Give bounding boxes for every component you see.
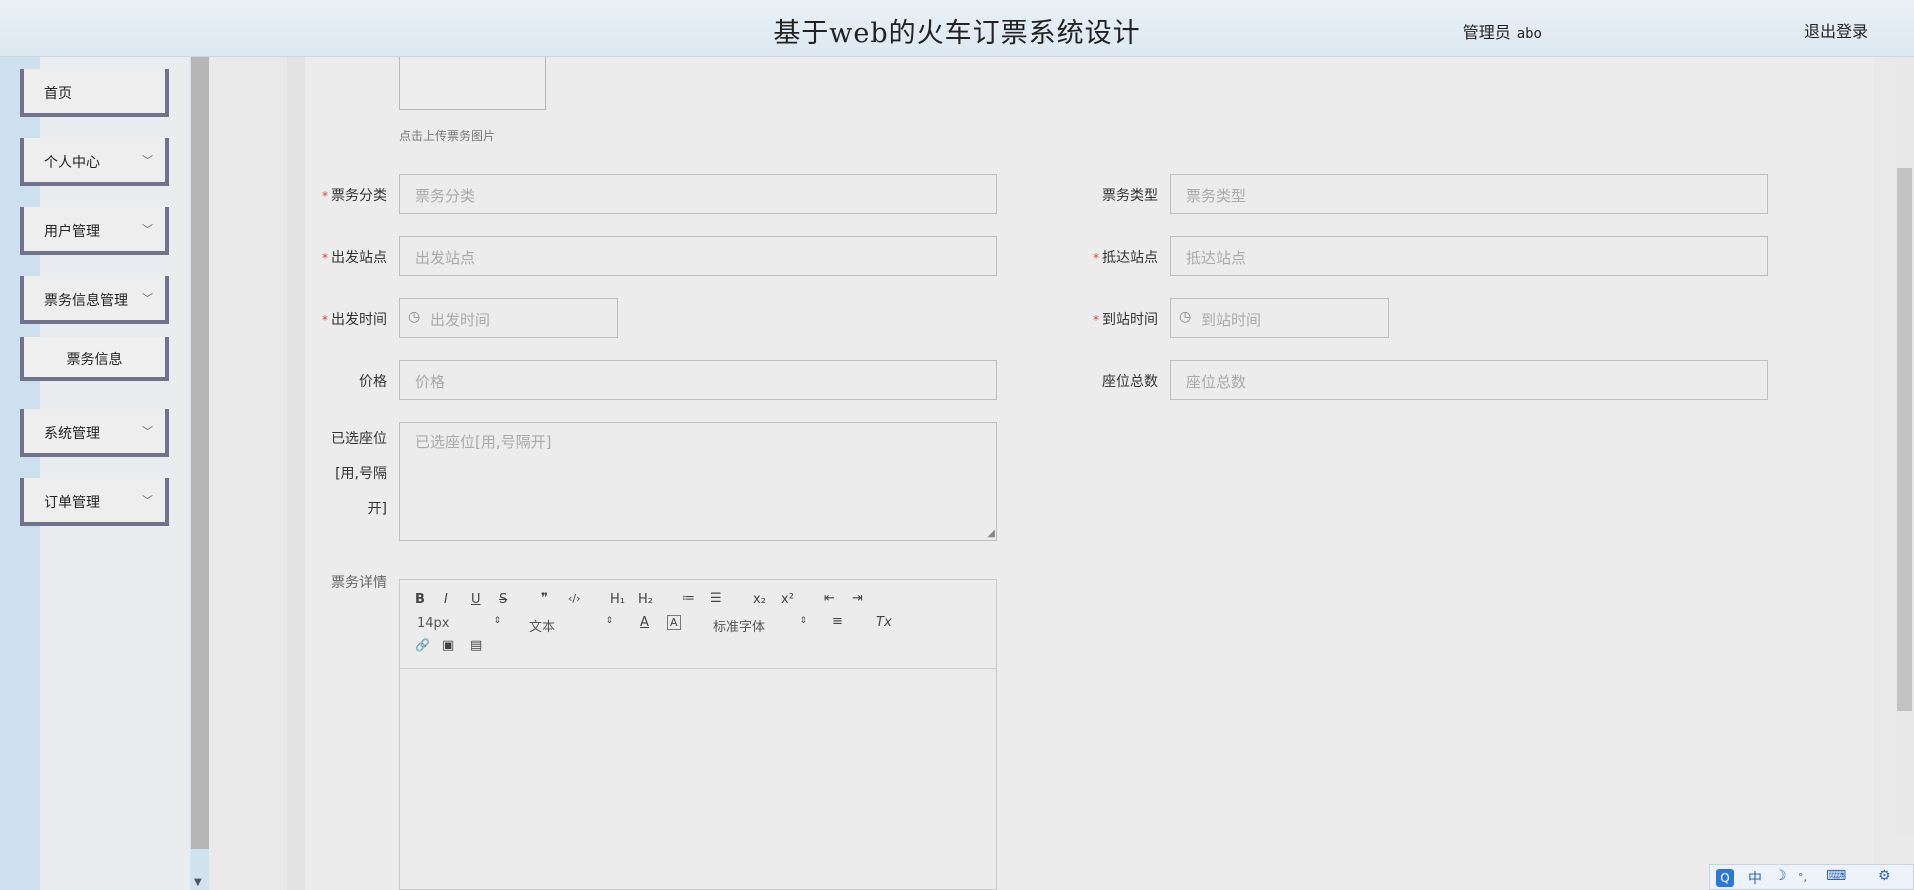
bold-button[interactable]: B bbox=[415, 592, 425, 607]
clock-icon: ◷ bbox=[1179, 309, 1192, 325]
departure-station-input[interactable]: 出发站点 bbox=[399, 236, 997, 276]
sidebar-item-home[interactable]: 首页 bbox=[20, 69, 169, 117]
heading2-button[interactable]: H₂ bbox=[638, 592, 653, 607]
sidebar-item-label: 订单管理 bbox=[44, 495, 100, 511]
font-color-icon[interactable]: A bbox=[640, 615, 649, 630]
link-icon[interactable]: 🔗 bbox=[415, 638, 430, 652]
ticket-details-label: 票务详情 bbox=[331, 575, 387, 591]
arrival-time-picker[interactable]: ◷ 到站时间 bbox=[1170, 298, 1389, 338]
chevron-down-icon: ﹀ bbox=[142, 425, 153, 438]
upload-tip: 点击上传票务图片 bbox=[399, 129, 496, 143]
departure-time-picker[interactable]: ◷ 出发时间 bbox=[399, 298, 618, 338]
strike-button[interactable]: S bbox=[499, 592, 507, 607]
arrival-time-label: * 到站时间 bbox=[1093, 312, 1158, 328]
ordered-list-icon[interactable]: ≔ bbox=[682, 591, 695, 606]
bullet-list-icon[interactable]: ☰ bbox=[710, 591, 722, 606]
arrival-station-input[interactable]: 抵达站点 bbox=[1170, 236, 1768, 276]
outdent-icon[interactable]: ⇤ bbox=[824, 591, 835, 606]
departure-time-placeholder: 出发时间 bbox=[430, 311, 491, 329]
ticket-category-label: * 票务分类 bbox=[322, 188, 387, 204]
departure-time-label: * 出发时间 bbox=[322, 312, 387, 328]
departure-station-label: * 出发站点 bbox=[322, 250, 387, 266]
editor-toolbar: B I U S ❞ ‹/› H₁ H₂ ≔ ☰ x₂ x² ⇤ ⇥ 14px ⇕ … bbox=[400, 580, 996, 669]
sidebar-item-ticket-management[interactable]: 票务信息管理 ﹀ bbox=[20, 276, 169, 324]
ime-toolbar: Q 中 ☽ °, ⌨ ⚙ bbox=[1709, 864, 1914, 890]
sidebar-item-personal-center[interactable]: 个人中心 ﹀ bbox=[20, 138, 169, 186]
italic-button[interactable]: I bbox=[444, 592, 448, 607]
sidebar-item-user-management[interactable]: 用户管理 ﹀ bbox=[20, 207, 169, 255]
sidebar-item-label: 票务信息管理 bbox=[44, 293, 128, 309]
clear-format-icon[interactable]: Tx bbox=[876, 615, 892, 630]
chevron-down-icon: ﹀ bbox=[142, 494, 153, 507]
chevron-down-icon: ﹀ bbox=[142, 223, 153, 236]
chevron-down-icon: ﹀ bbox=[142, 154, 153, 167]
user-info: 管理员 abo bbox=[1463, 19, 1542, 43]
moon-icon[interactable]: ☽ bbox=[1774, 868, 1787, 884]
background-color-icon[interactable]: A bbox=[667, 615, 681, 630]
page-title: 基于web的火车订票系统设计 bbox=[773, 18, 1141, 49]
scroll-down-arrow-icon[interactable]: ▼ bbox=[194, 877, 202, 888]
sidebar-item-label: 系统管理 bbox=[44, 426, 100, 442]
selected-seats-textarea[interactable]: 已选座位[用,号隔开] ◢ bbox=[399, 422, 997, 541]
arrival-time-placeholder: 到站时间 bbox=[1201, 311, 1262, 329]
heading1-button[interactable]: H₁ bbox=[610, 592, 625, 607]
video-icon[interactable]: ▤ bbox=[470, 638, 482, 653]
superscript-button[interactable]: x² bbox=[781, 592, 794, 607]
keyboard-icon[interactable]: ⌨ bbox=[1826, 868, 1846, 884]
resize-handle-icon[interactable]: ◢ bbox=[987, 528, 995, 539]
sidebar-item-label: 用户管理 bbox=[44, 224, 100, 240]
image-icon[interactable]: ▣ bbox=[442, 638, 454, 653]
ticket-category-input[interactable]: 票务分类 bbox=[399, 174, 997, 214]
blockquote-icon[interactable]: ❞ bbox=[541, 591, 548, 606]
code-block-icon[interactable]: ‹/› bbox=[568, 592, 581, 605]
editor-content-area[interactable] bbox=[400, 670, 996, 889]
font-family-select[interactable]: 标准字体 ⇕ bbox=[713, 616, 807, 635]
sidebar-item-system-management[interactable]: 系统管理 ﹀ bbox=[20, 409, 169, 457]
user-role: 管理员 bbox=[1462, 23, 1511, 42]
chevron-down-icon: ﹀ bbox=[142, 292, 153, 305]
ime-logo-icon[interactable]: Q bbox=[1716, 869, 1734, 887]
selected-seats-placeholder: 已选座位[用,号隔开] bbox=[415, 433, 552, 451]
select-arrows-icon: ⇕ bbox=[605, 616, 613, 626]
ime-chinese-mode[interactable]: 中 bbox=[1748, 868, 1762, 888]
sidebar-item-label: 首页 bbox=[44, 86, 72, 102]
settings-tool-icon[interactable]: ⚙ bbox=[1878, 868, 1891, 884]
font-size-select[interactable]: 14px ⇕ bbox=[417, 616, 501, 631]
ticket-type-label: 票务类型 bbox=[1102, 188, 1158, 204]
page-scrollbar-thumb[interactable] bbox=[1897, 168, 1912, 711]
select-arrows-icon: ⇕ bbox=[493, 616, 501, 626]
paragraph-select[interactable]: 文本 ⇕ bbox=[529, 616, 613, 635]
sidebar-scrollbar[interactable] bbox=[191, 57, 209, 849]
underline-button[interactable]: U bbox=[471, 592, 481, 607]
image-upload-box[interactable] bbox=[399, 57, 546, 110]
ticket-type-input[interactable]: 票务类型 bbox=[1170, 174, 1768, 214]
indent-icon[interactable]: ⇥ bbox=[852, 591, 863, 606]
username: abo bbox=[1516, 26, 1542, 42]
subscript-button[interactable]: x₂ bbox=[753, 592, 766, 607]
sidebar-item-label: 个人中心 bbox=[44, 155, 100, 171]
select-arrows-icon: ⇕ bbox=[799, 616, 807, 626]
sidebar-item-order-management[interactable]: 订单管理 ﹀ bbox=[20, 478, 169, 526]
top-bar: 基于web的火车订票系统设计 管理员 abo 退出登录 bbox=[0, 0, 1914, 57]
arrival-station-label: * 抵达站点 bbox=[1093, 250, 1158, 266]
total-seats-label: 座位总数 bbox=[1102, 374, 1158, 390]
price-input[interactable]: 价格 bbox=[399, 360, 997, 400]
price-label: 价格 bbox=[359, 374, 387, 390]
rich-text-editor: B I U S ❞ ‹/› H₁ H₂ ≔ ☰ x₂ x² ⇤ ⇥ 14px ⇕ … bbox=[399, 579, 997, 890]
align-icon[interactable]: ≡ bbox=[832, 614, 843, 629]
clock-icon: ◷ bbox=[408, 309, 421, 325]
sidebar-subitem-ticket-info[interactable]: 票务信息 bbox=[20, 337, 169, 381]
logout-button[interactable]: 退出登录 bbox=[1804, 18, 1868, 42]
punctuation-icon[interactable]: °, bbox=[1798, 871, 1807, 884]
selected-seats-label: 已选座位 [用,号隔 开] bbox=[331, 431, 387, 517]
total-seats-input[interactable]: 座位总数 bbox=[1170, 360, 1768, 400]
